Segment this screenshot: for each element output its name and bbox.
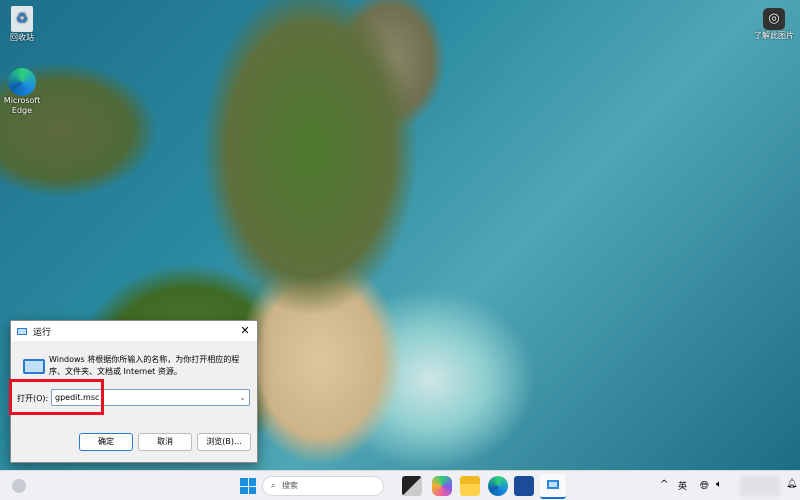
run-taskbar-icon[interactable] [540, 474, 566, 499]
taskbar: ⌕ 搜索 ^ 英 🌐︎ 🔈︎ 🔔︎ [0, 470, 800, 500]
start-button[interactable] [238, 476, 258, 496]
widgets-icon[interactable] [12, 479, 26, 493]
run-description: Windows 将根据你所输入的名称，为你打开相应的程序、文件夹、文档或 Int… [49, 355, 240, 376]
clock-blurred[interactable] [740, 476, 780, 496]
browse-button[interactable]: 浏览(B)... [197, 433, 251, 451]
run-app-icon [17, 327, 27, 335]
search-box[interactable]: ⌕ 搜索 [262, 476, 384, 496]
cancel-button[interactable]: 取消 [138, 433, 192, 451]
network-icon[interactable]: 🌐︎ [700, 479, 709, 493]
store-icon[interactable] [514, 476, 534, 496]
file-explorer-icon[interactable] [460, 476, 480, 496]
desktop-icon-edge[interactable]: Microsoft Edge [0, 68, 44, 116]
show-hidden-icons-chevron[interactable]: ^ [660, 479, 668, 490]
desktop-icon-recycle-bin[interactable]: ♻ 回收站 [0, 6, 44, 43]
chevron-down-icon[interactable]: ⌄ [239, 390, 246, 405]
close-button[interactable]: ✕ [237, 323, 253, 339]
search-icon: ⌕ [271, 481, 276, 490]
run-large-icon [23, 359, 45, 374]
edge-icon [8, 68, 36, 96]
notification-bell-icon[interactable]: 🔔︎ [786, 479, 797, 489]
edge-taskbar-icon[interactable] [488, 476, 508, 496]
highlight-box [9, 379, 104, 415]
volume-icon[interactable]: 🔈︎ [716, 479, 722, 490]
run-app-icon [547, 480, 559, 489]
run-titlebar: 运行 [11, 321, 257, 341]
spotlight-learn-more[interactable]: ◎ 了解此图片 [750, 8, 798, 41]
ime-indicator[interactable]: 英 [678, 479, 687, 492]
image-info-icon: ◎ [763, 8, 785, 30]
recycle-bin-icon: ♻ [11, 6, 33, 32]
run-dialog: 运行 ✕ Windows 将根据你所输入的名称，为你打开相应的程序、文件夹、文档… [9, 320, 258, 463]
task-view-icon[interactable] [402, 476, 422, 496]
copilot-icon[interactable] [432, 476, 452, 496]
ok-button[interactable]: 确定 [79, 433, 133, 451]
